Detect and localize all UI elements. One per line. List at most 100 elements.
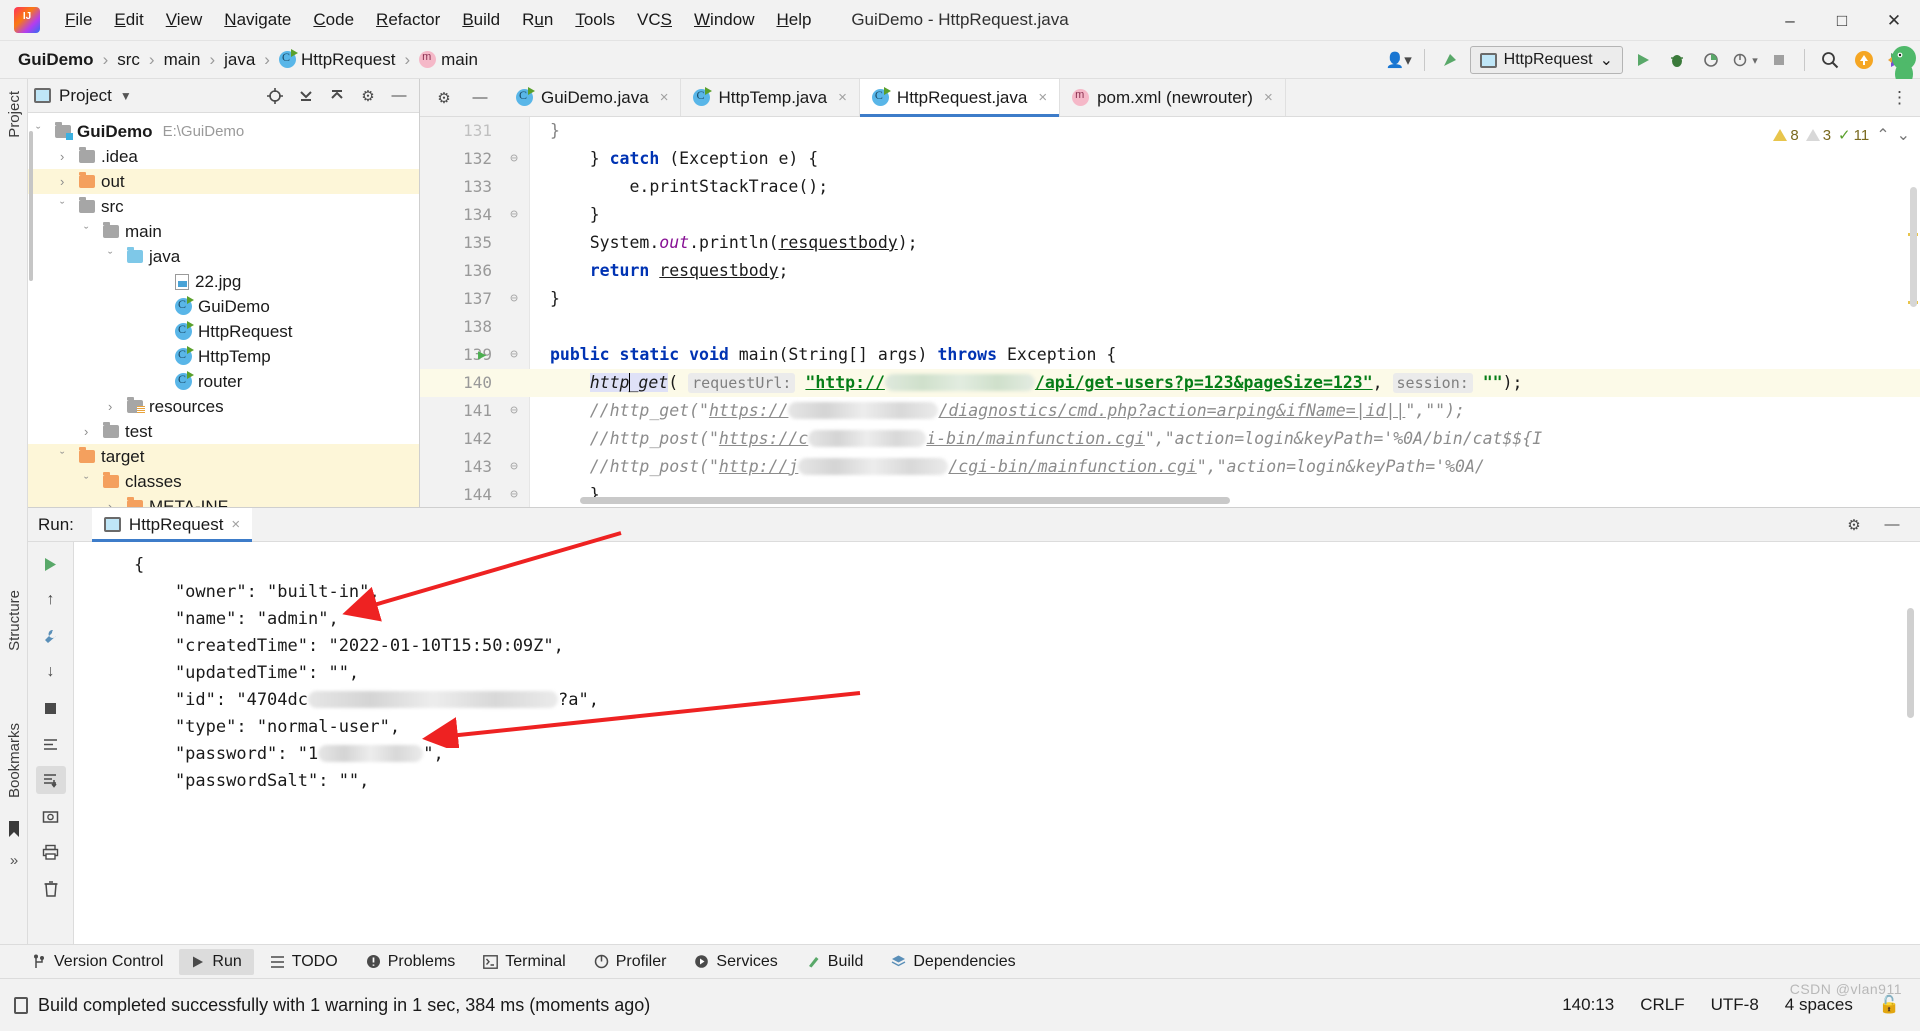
- code-line[interactable]: 138: [420, 313, 1920, 341]
- project-tree[interactable]: ˇ GuiDemo E:\GuiDemo › .idea › out ˇ src ˇ main ˇ ja…: [28, 113, 419, 507]
- tab-httprequest-java[interactable]: HttpRequest.java ×: [859, 79, 1061, 117]
- hide-panel-icon[interactable]: —: [1878, 511, 1906, 539]
- run-console-output[interactable]: { "owner": "built-in", "name": "admin", …: [74, 542, 1920, 983]
- close-icon[interactable]: ×: [231, 512, 240, 538]
- code-content[interactable]: 131} 132 ⊖ } catch (Exception e) {133 e.pr…: [420, 117, 1920, 507]
- project-tree-scrollbar[interactable]: [29, 131, 33, 281]
- tree-node[interactable]: › resources: [28, 394, 419, 419]
- tab-pom-xml[interactable]: pom.xml (newrouter) ×: [1060, 79, 1286, 116]
- editor-marker-strip[interactable]: [1906, 117, 1920, 507]
- tool-window-dependencies[interactable]: Dependencies: [879, 949, 1027, 975]
- search-everywhere-icon[interactable]: [1816, 46, 1844, 74]
- tree-node[interactable]: › META-INF: [28, 494, 419, 507]
- tree-node[interactable]: HttpTemp: [28, 344, 419, 369]
- chevron-right-icon[interactable]: ›: [60, 174, 73, 189]
- sidebar-item-project[interactable]: Project: [0, 85, 28, 144]
- tool-window-profiler[interactable]: Profiler: [582, 949, 679, 975]
- user-account-icon[interactable]: 👤▾: [1385, 46, 1413, 74]
- breadcrumb-item-main-folder[interactable]: main: [160, 48, 205, 72]
- menu-vcs[interactable]: VCS: [626, 6, 683, 34]
- stop-icon[interactable]: [1765, 46, 1793, 74]
- caret-position[interactable]: 140:13: [1562, 995, 1614, 1015]
- code-editor[interactable]: 131} 132 ⊖ } catch (Exception e) {133 e.pr…: [420, 117, 1920, 507]
- breadcrumb-item-httprequest[interactable]: HttpRequest: [275, 48, 400, 72]
- tree-node[interactable]: 22.jpg: [28, 269, 419, 294]
- warning-count[interactable]: 8: [1773, 127, 1799, 144]
- menu-tools[interactable]: Tools: [564, 6, 626, 34]
- fold-marker-icon[interactable]: ⊖: [506, 397, 522, 425]
- close-icon[interactable]: ×: [660, 89, 669, 106]
- code-line[interactable]: 139 ▶ ⊖ public static void main(String[] ar…: [420, 341, 1920, 369]
- hide-panel-icon[interactable]: —: [385, 82, 413, 110]
- tree-node[interactable]: ˇ target: [28, 444, 419, 469]
- settings-gear-icon[interactable]: ⚙: [1840, 511, 1868, 539]
- tool-window-todo[interactable]: TODO: [258, 949, 350, 975]
- tree-node[interactable]: ˇ src: [28, 194, 419, 219]
- chevron-down-icon[interactable]: ˇ: [36, 124, 49, 139]
- tool-window-build[interactable]: Build: [794, 949, 876, 975]
- vcs-update-icon[interactable]: [1436, 46, 1464, 74]
- code-line[interactable]: 141 ⊖ //http_get("https:// /diagnostics/cm…: [420, 397, 1920, 425]
- sidebar-item-bookmarks[interactable]: Bookmarks: [0, 717, 28, 804]
- code-line[interactable]: 135 System.out.println(resquestbody);: [420, 229, 1920, 257]
- menu-edit[interactable]: Edit: [103, 6, 154, 34]
- code-line[interactable]: 131}: [420, 117, 1920, 145]
- fold-marker-icon[interactable]: ⊖: [506, 145, 522, 173]
- chevron-right-icon[interactable]: ›: [60, 149, 73, 164]
- expand-all-icon[interactable]: [292, 82, 320, 110]
- gutter-run-icon[interactable]: ▶: [478, 341, 486, 369]
- tab-guidemo-java[interactable]: GuiDemo.java ×: [504, 79, 682, 116]
- weak-warning-count[interactable]: 3: [1805, 127, 1831, 144]
- code-line[interactable]: 142 //http_post("https://c i-bin/mainfunc…: [420, 425, 1920, 453]
- typo-count[interactable]: ✓ 11: [1838, 126, 1869, 145]
- breadcrumb-item-src[interactable]: src: [113, 48, 144, 72]
- tree-node[interactable]: ˇ java: [28, 244, 419, 269]
- code-line[interactable]: 136 return resquestbody;: [420, 257, 1920, 285]
- chevron-down-icon[interactable]: ˇ: [60, 199, 73, 214]
- scroll-down-icon[interactable]: ↓: [36, 658, 66, 686]
- collapse-all-icon[interactable]: [323, 82, 351, 110]
- fold-marker-icon[interactable]: ⊖: [506, 201, 522, 229]
- menu-build[interactable]: Build: [451, 6, 511, 34]
- code-line[interactable]: 134 ⊖ }: [420, 201, 1920, 229]
- menu-window[interactable]: Window: [683, 6, 765, 34]
- maximize-icon[interactable]: □: [1816, 0, 1868, 41]
- bookmark-flag-icon[interactable]: [0, 820, 28, 838]
- more-tool-windows-icon[interactable]: »: [0, 852, 28, 869]
- clear-all-icon[interactable]: [36, 874, 66, 902]
- tool-window-terminal[interactable]: Terminal: [471, 949, 577, 975]
- fold-marker-icon[interactable]: ⊖: [506, 341, 522, 369]
- run-configuration-selector[interactable]: HttpRequest ⌄: [1469, 46, 1623, 74]
- editor-horizontal-scrollbar[interactable]: [580, 497, 1230, 504]
- indent-setting[interactable]: 4 spaces: [1785, 995, 1853, 1015]
- menu-navigate[interactable]: Navigate: [213, 6, 302, 34]
- rerun-icon[interactable]: [36, 550, 66, 578]
- tab-httptemp-java[interactable]: HttpTemp.java ×: [681, 79, 860, 116]
- editor-vertical-scrollbar[interactable]: [1910, 187, 1917, 307]
- menu-help[interactable]: Help: [765, 6, 822, 34]
- minimize-icon[interactable]: –: [1764, 0, 1816, 41]
- chevron-down-icon[interactable]: ˇ: [108, 249, 121, 264]
- stop-icon[interactable]: [36, 694, 66, 722]
- breadcrumb-item-project[interactable]: GuiDemo: [14, 48, 98, 72]
- tree-node[interactable]: router: [28, 369, 419, 394]
- hide-editor-icon[interactable]: —: [466, 84, 494, 112]
- menu-view[interactable]: View: [155, 6, 214, 34]
- camera-icon[interactable]: [36, 802, 66, 830]
- run-with-coverage-icon[interactable]: [1697, 46, 1725, 74]
- lock-icon[interactable]: 🔓: [1879, 995, 1900, 1015]
- menu-code[interactable]: Code: [302, 6, 365, 34]
- scroll-to-end-icon[interactable]: [35, 766, 66, 794]
- tool-window-services[interactable]: Services: [682, 949, 789, 975]
- chevron-down-icon[interactable]: ˇ: [84, 474, 97, 489]
- print-icon[interactable]: [36, 838, 66, 866]
- tree-node[interactable]: HttpRequest: [28, 319, 419, 344]
- fold-marker-icon[interactable]: ⊖: [506, 285, 522, 313]
- chevron-down-icon[interactable]: ˇ: [60, 449, 73, 464]
- chevron-down-icon[interactable]: ▼: [120, 89, 132, 103]
- close-icon[interactable]: ×: [1264, 89, 1273, 106]
- run-tab-httprequest[interactable]: HttpRequest ×: [91, 507, 253, 542]
- prev-problem-icon[interactable]: ⌃: [1876, 125, 1889, 145]
- debug-icon[interactable]: [1663, 46, 1691, 74]
- close-icon[interactable]: ×: [838, 89, 847, 106]
